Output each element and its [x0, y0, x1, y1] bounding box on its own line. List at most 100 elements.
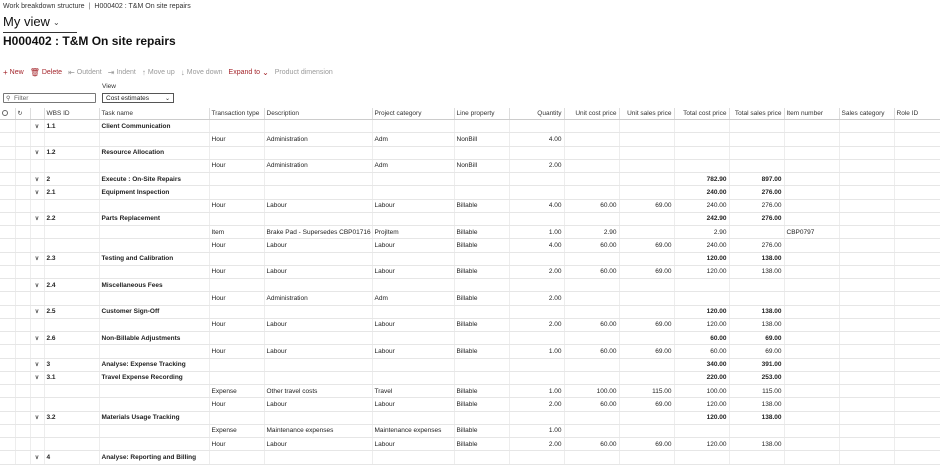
- wbs-id-cell[interactable]: [44, 437, 100, 452]
- unit-cost-price-cell[interactable]: [564, 252, 620, 266]
- transaction-type-cell[interactable]: [209, 278, 265, 293]
- description-cell[interactable]: [264, 450, 373, 465]
- table-row[interactable]: Hour Labour Labour Billable 2.00 60.00 69.00 12…: [0, 397, 940, 412]
- sales-category-cell[interactable]: [839, 119, 895, 134]
- total-cost-price-cell[interactable]: [674, 132, 730, 147]
- row-expand-cell[interactable]: ∨: [30, 278, 45, 293]
- line-property-cell[interactable]: [454, 252, 510, 266]
- total-sales-price-cell[interactable]: [729, 291, 785, 306]
- row-select-cell[interactable]: [0, 358, 16, 372]
- project-category-cell[interactable]: [372, 278, 455, 293]
- project-category-cell[interactable]: [372, 331, 455, 346]
- row-expand-cell[interactable]: ∨: [30, 358, 45, 372]
- table-row[interactable]: ∨ 2 Execute : On-Site Repairs 782.90 897.00: [0, 172, 940, 187]
- select-all-column-header[interactable]: [0, 108, 16, 120]
- quantity-cell[interactable]: 2.00: [509, 265, 565, 280]
- quantity-cell[interactable]: 1.00: [509, 384, 565, 399]
- total-sales-price-cell[interactable]: 138.00: [729, 265, 785, 280]
- item-number-cell[interactable]: [784, 384, 840, 399]
- task-name-cell[interactable]: Client Communication: [99, 119, 210, 134]
- description-cell[interactable]: [264, 252, 373, 266]
- table-row[interactable]: Hour Administration Adm NonBill 4.00: [0, 132, 940, 147]
- row-select-cell[interactable]: [0, 199, 16, 213]
- chevron-down-icon[interactable]: ∨: [35, 177, 39, 183]
- total-cost-price-cell[interactable]: 120.00: [674, 397, 730, 412]
- total-cost-price-cell[interactable]: [674, 291, 730, 306]
- row-select-cell[interactable]: [0, 238, 16, 253]
- quantity-cell[interactable]: 2.00: [509, 291, 565, 306]
- task-name-cell[interactable]: [99, 344, 210, 359]
- unit-cost-price-cell[interactable]: [564, 212, 620, 227]
- unit-cost-price-cell[interactable]: [564, 185, 620, 200]
- column-header-item-number[interactable]: Item number: [784, 108, 840, 120]
- total-cost-price-cell[interactable]: 782.90: [674, 172, 730, 187]
- unit-sales-price-cell[interactable]: [619, 146, 675, 160]
- total-cost-price-cell[interactable]: 60.00: [674, 331, 730, 346]
- row-expand-cell[interactable]: ∨: [30, 252, 45, 266]
- chevron-down-icon[interactable]: ∨: [35, 190, 39, 196]
- total-cost-price-cell[interactable]: 120.00: [674, 437, 730, 452]
- project-category-cell[interactable]: Adm: [372, 132, 455, 147]
- quantity-cell[interactable]: [509, 172, 565, 187]
- unit-sales-price-cell[interactable]: 115.00: [619, 384, 675, 399]
- total-sales-price-cell[interactable]: 391.00: [729, 358, 785, 372]
- project-category-cell[interactable]: Travel: [372, 384, 455, 399]
- sales-category-cell[interactable]: [839, 384, 895, 399]
- description-cell[interactable]: Maintenance expenses: [264, 424, 373, 439]
- table-row[interactable]: ∨ 3.2 Materials Usage Tracking 120.00 138.00: [0, 411, 940, 425]
- row-select-cell[interactable]: [0, 384, 16, 399]
- line-property-cell[interactable]: Billable: [454, 199, 510, 213]
- description-cell[interactable]: Administration: [264, 132, 373, 147]
- row-expand-cell[interactable]: ∨: [30, 411, 45, 425]
- wbs-id-cell[interactable]: 2.2: [44, 212, 100, 227]
- total-cost-price-cell[interactable]: 120.00: [674, 411, 730, 425]
- table-row[interactable]: ∨ 1.2 Resource Allocation: [0, 146, 940, 160]
- item-number-cell[interactable]: [784, 344, 840, 359]
- unit-sales-price-cell[interactable]: 69.00: [619, 199, 675, 213]
- unit-cost-price-cell[interactable]: [564, 411, 620, 425]
- project-category-cell[interactable]: [372, 411, 455, 425]
- sales-category-cell[interactable]: [839, 199, 895, 213]
- total-cost-price-cell[interactable]: 242.90: [674, 212, 730, 227]
- item-number-cell[interactable]: [784, 119, 840, 134]
- chevron-down-icon[interactable]: ∨: [35, 216, 39, 222]
- task-name-cell[interactable]: [99, 132, 210, 147]
- item-number-cell[interactable]: [784, 397, 840, 412]
- circle-icon[interactable]: [2, 109, 8, 116]
- row-select-cell[interactable]: [0, 437, 16, 452]
- unit-cost-price-cell[interactable]: 60.00: [564, 238, 620, 253]
- transaction-type-cell[interactable]: [209, 305, 265, 319]
- quantity-cell[interactable]: 1.00: [509, 225, 565, 240]
- total-cost-price-cell[interactable]: [674, 146, 730, 160]
- column-header-sales-category[interactable]: Sales category: [839, 108, 895, 120]
- quantity-cell[interactable]: [509, 331, 565, 346]
- new-button[interactable]: + New: [3, 68, 24, 77]
- quantity-cell[interactable]: 2.00: [509, 318, 565, 333]
- line-property-cell[interactable]: Billable: [454, 344, 510, 359]
- project-category-cell[interactable]: Labour: [372, 397, 455, 412]
- sales-category-cell[interactable]: [839, 358, 895, 372]
- wbs-id-cell[interactable]: [44, 199, 100, 213]
- item-number-cell[interactable]: [784, 424, 840, 439]
- unit-sales-price-cell[interactable]: [619, 305, 675, 319]
- total-sales-price-cell[interactable]: 138.00: [729, 437, 785, 452]
- role-id-cell[interactable]: [894, 265, 940, 280]
- role-id-cell[interactable]: [894, 185, 940, 200]
- sales-category-cell[interactable]: [839, 331, 895, 346]
- unit-cost-price-cell[interactable]: [564, 424, 620, 439]
- total-sales-price-cell[interactable]: 276.00: [729, 199, 785, 213]
- task-name-cell[interactable]: Customer Sign-Off: [99, 305, 210, 319]
- total-sales-price-cell[interactable]: 138.00: [729, 252, 785, 266]
- role-id-cell[interactable]: [894, 371, 940, 386]
- total-sales-price-cell[interactable]: [729, 278, 785, 293]
- chevron-down-icon[interactable]: ∨: [35, 362, 39, 368]
- row-expand-cell[interactable]: ∨: [30, 172, 45, 187]
- total-sales-price-cell[interactable]: 138.00: [729, 397, 785, 412]
- quantity-cell[interactable]: [509, 411, 565, 425]
- role-id-cell[interactable]: [894, 199, 940, 213]
- total-cost-price-cell[interactable]: 220.00: [674, 371, 730, 386]
- unit-cost-price-cell[interactable]: [564, 132, 620, 147]
- transaction-type-cell[interactable]: Expense: [209, 384, 265, 399]
- sales-category-cell[interactable]: [839, 225, 895, 240]
- move-down-button[interactable]: ↓ Move down: [181, 68, 223, 77]
